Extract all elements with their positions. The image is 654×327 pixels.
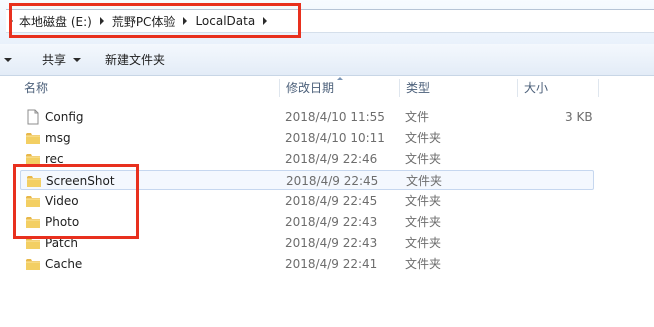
- file-type: 文件夹: [405, 236, 442, 250]
- command-bar: 共享 新建文件夹: [0, 44, 654, 76]
- file-row[interactable]: ScreenShot 2018/4/9 22:45 文件夹: [20, 170, 594, 190]
- breadcrumb-folder-localdata[interactable]: LocalData: [193, 10, 257, 32]
- file-row[interactable]: Video 2018/4/9 22:45 文件夹: [20, 191, 594, 211]
- file-modified-date: 2018/4/9 22:45: [285, 194, 378, 208]
- file-name: msg: [45, 131, 71, 145]
- file-modified-date: 2018/4/9 22:41: [285, 257, 378, 271]
- file-type: 文件夹: [405, 215, 442, 229]
- file-icon: [25, 109, 41, 125]
- file-modified-date: 2018/4/10 11:55: [285, 110, 385, 124]
- file-modified-date: 2018/4/9 22:45: [286, 174, 379, 188]
- file-type: 文件: [405, 110, 430, 124]
- folder-icon: [25, 151, 41, 167]
- file-row[interactable]: Cache 2018/4/9 22:41 文件夹: [20, 254, 594, 274]
- file-name: Cache: [45, 257, 83, 271]
- breadcrumb-chevron-icon[interactable]: [257, 10, 273, 32]
- new-folder-button[interactable]: 新建文件夹: [97, 49, 173, 71]
- file-type: 文件夹: [405, 152, 442, 166]
- file-modified-date: 2018/4/10 10:11: [285, 131, 385, 145]
- address-root-chevron-icon[interactable]: [6, 10, 17, 32]
- share-label: 共享: [42, 53, 67, 67]
- file-name: Video: [45, 194, 79, 208]
- organize-dropdown-icon[interactable]: [0, 49, 16, 71]
- file-modified-date: 2018/4/9 22:43: [285, 215, 378, 229]
- file-modified-date: 2018/4/9 22:43: [285, 236, 378, 250]
- file-row[interactable]: msg 2018/4/10 10:11 文件夹: [20, 128, 594, 148]
- folder-icon: [26, 173, 42, 189]
- share-dropdown-icon: [73, 57, 82, 62]
- breadcrumb-chevron-icon[interactable]: [177, 10, 193, 32]
- file-row[interactable]: Patch 2018/4/9 22:43 文件夹: [20, 233, 594, 253]
- column-header: 名称 修改日期 类型 大小: [0, 76, 654, 100]
- file-row[interactable]: Photo 2018/4/9 22:43 文件夹: [20, 212, 594, 232]
- column-modified[interactable]: 修改日期: [280, 76, 399, 100]
- file-type: 文件夹: [405, 257, 442, 271]
- file-size: 3 KB: [565, 110, 593, 124]
- column-type[interactable]: 类型: [400, 76, 517, 100]
- file-row[interactable]: rec 2018/4/9 22:46 文件夹: [20, 149, 594, 169]
- file-modified-date: 2018/4/9 22:46: [285, 152, 378, 166]
- file-type: 文件夹: [406, 174, 443, 188]
- file-name: Photo: [45, 215, 80, 229]
- folder-icon: [25, 256, 41, 272]
- share-button[interactable]: 共享: [34, 49, 89, 71]
- folder-icon: [25, 214, 41, 230]
- column-divider[interactable]: [598, 79, 599, 97]
- file-name: Config: [45, 110, 84, 124]
- file-name: Patch: [45, 236, 78, 250]
- breadcrumb-drive-e[interactable]: 本地磁盘 (E:): [17, 10, 94, 32]
- file-type: 文件夹: [405, 194, 442, 208]
- file-name: rec: [45, 152, 64, 166]
- explorer-window: 本地磁盘 (E:) 荒野PC体验 LocalData 共享 新建文件夹 名称 修…: [0, 0, 654, 327]
- column-size[interactable]: 大小: [518, 76, 598, 100]
- folder-icon: [25, 130, 41, 146]
- folder-icon: [25, 193, 41, 209]
- folder-icon: [25, 235, 41, 251]
- address-bar[interactable]: 本地磁盘 (E:) 荒野PC体验 LocalData: [6, 9, 654, 33]
- breadcrumb-chevron-icon[interactable]: [94, 10, 110, 32]
- column-name[interactable]: 名称: [18, 76, 280, 100]
- breadcrumb-folder-huangye[interactable]: 荒野PC体验: [110, 10, 178, 32]
- file-row[interactable]: Config 2018/4/10 11:55 文件 3 KB: [20, 107, 594, 127]
- file-type: 文件夹: [405, 131, 442, 145]
- file-name: ScreenShot: [46, 174, 115, 188]
